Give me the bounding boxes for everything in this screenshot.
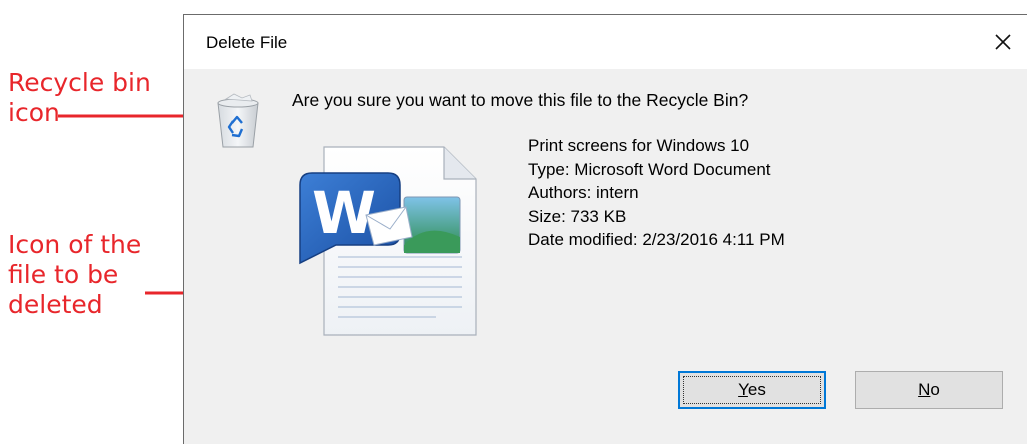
- annotation-file-line2: file to be: [8, 260, 119, 289]
- recycle-bin-icon: [217, 93, 259, 148]
- annotation-file-line3: deleted: [8, 290, 103, 319]
- annotation-file-line1: Icon of the: [8, 230, 142, 259]
- file-authors: Authors: intern: [528, 183, 639, 202]
- close-icon: [995, 34, 1011, 50]
- title-bar: Delete File: [184, 15, 1027, 69]
- file-name: Print screens for Windows 10: [528, 136, 750, 155]
- file-size: Size: 733 KB: [528, 206, 627, 226]
- confirmation-question: Are you sure you want to move this file …: [292, 90, 749, 110]
- no-button[interactable]: No: [855, 371, 1003, 409]
- file-details: Print screens for Windows 10 Type: Micro…: [528, 134, 785, 252]
- file-date-modified: Date modified: 2/23/2016 4:11 PM: [528, 230, 785, 249]
- close-button[interactable]: [985, 25, 1021, 59]
- annotation-recycle-line1: Recycle bin: [8, 68, 151, 97]
- annotation-file-icon-label: Icon of the file to be deleted: [8, 230, 141, 320]
- focus-rectangle: [683, 376, 821, 404]
- svg-text:W: W: [312, 179, 376, 247]
- dialog-title: Delete File: [206, 33, 288, 52]
- delete-file-dialog: Delete File Are you sure you want to mov…: [183, 14, 1027, 444]
- word-document-icon: W: [299, 146, 477, 336]
- yes-button[interactable]: Yes: [678, 371, 826, 409]
- file-type: Type: Microsoft Word Document: [528, 159, 771, 179]
- no-button-label: No: [918, 380, 940, 399]
